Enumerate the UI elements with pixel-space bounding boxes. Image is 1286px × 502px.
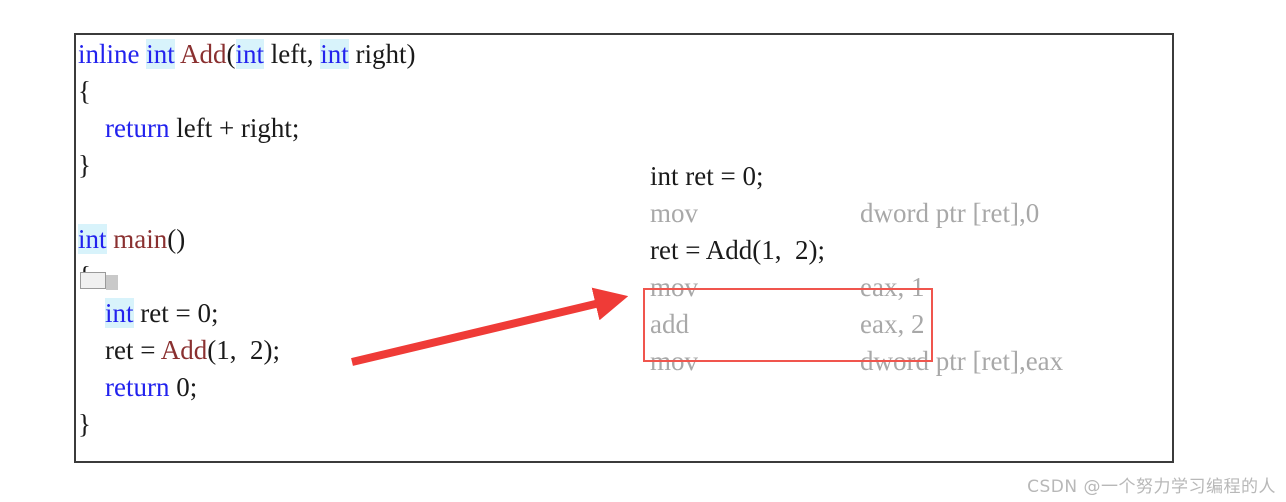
source-token: left,	[264, 39, 321, 69]
source-token: int	[105, 298, 134, 328]
source-token: 1	[216, 335, 230, 365]
source-line[interactable]: int main()	[78, 221, 638, 258]
source-line[interactable]: }	[78, 406, 638, 443]
source-token	[78, 113, 105, 143]
source-token: 0	[197, 298, 211, 328]
source-line[interactable]: int ret = 0;	[78, 295, 638, 332]
disassembly-instruction-row: mov eax, 1	[650, 269, 1170, 306]
source-token	[78, 372, 105, 402]
source-token: );	[263, 335, 280, 365]
source-token: }	[78, 409, 91, 439]
source-token: int	[146, 39, 175, 69]
watermark-text: CSDN @一个努力学习编程的人	[1027, 477, 1276, 497]
source-token: (	[226, 39, 236, 69]
disassembly-source-line: ret = Add(1, 2);	[650, 235, 825, 265]
source-token: int	[235, 39, 265, 69]
source-line[interactable]	[78, 184, 638, 221]
code-fold-marker-icon[interactable]	[80, 272, 118, 290]
source-token: Add	[160, 335, 208, 365]
disassembly-source-line: int ret = 0;	[650, 161, 764, 191]
source-token: ;	[210, 298, 219, 328]
source-token: inline	[78, 39, 140, 69]
instruction-operands: eax, 2	[860, 309, 925, 339]
disassembly-instruction-row: mov dword ptr [ret],0	[650, 195, 1170, 232]
source-token: ret =	[78, 335, 161, 365]
instruction-mnemonic: mov	[650, 198, 699, 228]
source-token: return	[105, 372, 170, 402]
source-token: ret =	[133, 298, 198, 328]
source-line[interactable]: inline int Add(int left, int right)	[78, 36, 638, 73]
source-token: {	[78, 76, 91, 106]
source-token: ;	[189, 372, 198, 402]
source-token: (	[207, 335, 217, 365]
source-token: ()	[167, 224, 186, 254]
source-token: 2	[249, 335, 264, 365]
source-token: 0	[176, 372, 190, 402]
instruction-mnemonic: mov	[650, 346, 699, 376]
source-token	[78, 298, 105, 328]
instruction-operands: dword ptr [ret],0	[860, 198, 1040, 228]
source-token: ,	[229, 335, 250, 365]
source-code-pane[interactable]: inline int Add(int left, int right){ ret…	[78, 36, 638, 443]
source-token: Add	[180, 39, 227, 69]
source-line[interactable]: ret = Add(1, 2);	[78, 332, 638, 369]
source-token: main	[113, 224, 168, 254]
source-token: right)	[348, 39, 416, 69]
disassembly-pane[interactable]: int ret = 0; mov dword ptr [ret],0 ret = Ad…	[650, 158, 1170, 380]
instruction-operands: eax, 1	[860, 272, 925, 302]
instruction-mnemonic: mov	[650, 272, 699, 302]
source-token: left + right;	[169, 113, 300, 143]
source-line[interactable]: {	[78, 73, 638, 110]
source-line[interactable]: }	[78, 147, 638, 184]
disassembly-instruction-row: mov dword ptr [ret],eax	[650, 343, 1170, 380]
source-line[interactable]: {	[78, 258, 638, 295]
source-line[interactable]: return left + right;	[78, 110, 638, 147]
source-token: int	[320, 39, 349, 69]
source-token: int	[78, 224, 107, 254]
source-token: }	[78, 150, 91, 180]
source-token: return	[105, 113, 170, 143]
instruction-operands: dword ptr [ret],eax	[860, 346, 1064, 376]
source-line[interactable]: return 0;	[78, 369, 638, 406]
instruction-mnemonic: add	[650, 309, 689, 339]
disassembly-instruction-row: add eax, 2	[650, 306, 1170, 343]
